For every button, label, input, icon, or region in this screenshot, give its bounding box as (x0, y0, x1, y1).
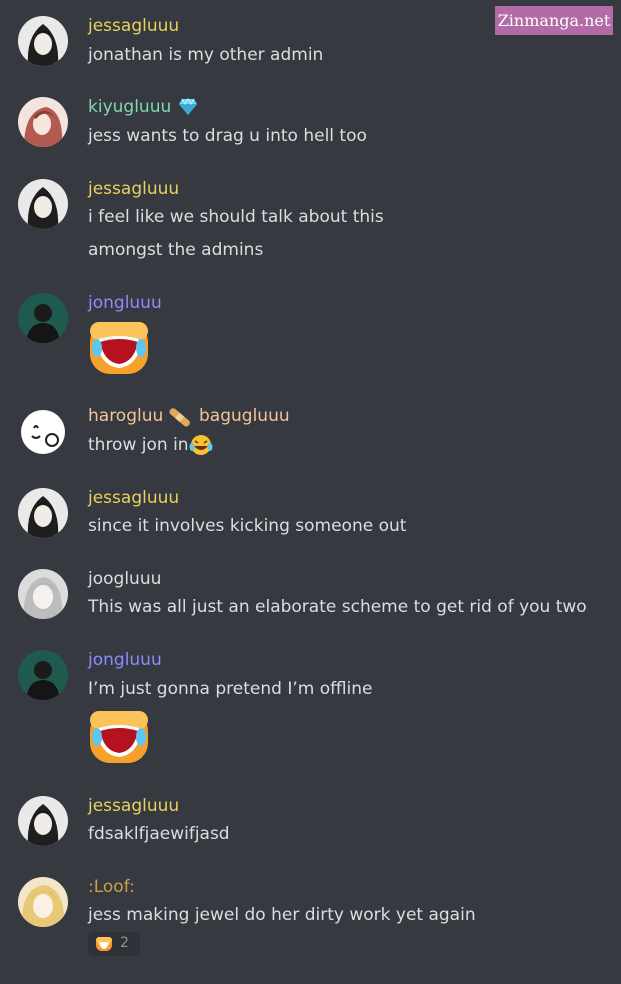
message-text: amongst the admins (88, 240, 264, 260)
message-text: fdsaklfjaewifjasd (88, 824, 230, 844)
message-6: jessagluuu since it involves kicking som… (0, 486, 621, 546)
message-text: jonathan is my other admin (88, 45, 324, 65)
message-2: kiyugluuu jess wants to drag u into hell… (0, 95, 621, 155)
message-5: harogluu bagugluuu throw jon in (0, 404, 621, 464)
author-name[interactable]: jessagluuu (88, 179, 179, 199)
avatar[interactable] (18, 877, 68, 927)
crying-laughing-blob-emoji[interactable] (88, 707, 150, 765)
avatar[interactable] (18, 179, 68, 229)
message-text: I’m just gonna pretend I’m offline (88, 679, 373, 699)
message-7: joogluuu This was all just an elaborate … (0, 567, 621, 627)
author-name[interactable]: :Loof: (88, 877, 135, 897)
message-text: since it involves kicking someone out (88, 516, 407, 536)
avatar[interactable] (18, 650, 68, 700)
avatar[interactable] (18, 97, 68, 147)
author-name[interactable]: harogluu (88, 406, 163, 426)
author-name[interactable]: joogluuu (88, 569, 161, 589)
message-text: i feel like we should talk about this (88, 207, 384, 227)
author-name[interactable]: jessagluuu (88, 796, 179, 816)
avatar[interactable] (18, 569, 68, 619)
bandage-icon (169, 407, 191, 427)
author-name[interactable]: jessagluuu (88, 488, 179, 508)
avatar[interactable] (18, 406, 68, 456)
blob-emoji-icon (95, 935, 113, 953)
avatar[interactable] (18, 16, 68, 66)
message-1: jessagluuu jonathan is my other admin (0, 14, 621, 74)
reaction-count: 2 (120, 935, 129, 951)
author-name[interactable]: jongluuu (88, 293, 162, 313)
message-text: jess wants to drag u into hell too (88, 126, 367, 146)
crying-laughing-emoji (189, 433, 213, 457)
message-3: jessagluuu i feel like we should talk ab… (0, 177, 621, 267)
message-10: :Loof: jess making jewel do her dirty wo… (0, 875, 621, 965)
gem-icon (178, 98, 198, 116)
reaction-button[interactable]: 2 (88, 932, 140, 956)
message-8: jongluuu I’m just gonna pretend I’m offl… (0, 648, 621, 773)
author-name[interactable]: kiyugluuu (88, 97, 171, 117)
message-9: jessagluuu fdsaklfjaewifjasd (0, 794, 621, 854)
crying-laughing-blob-emoji[interactable] (88, 318, 150, 376)
avatar[interactable] (18, 293, 68, 343)
message-text: jess making jewel do her dirty work yet … (88, 905, 476, 925)
author-name-2[interactable]: bagugluuu (199, 406, 290, 426)
message-text: This was all just an elaborate scheme to… (88, 597, 587, 617)
avatar[interactable] (18, 488, 68, 538)
message-4: jongluuu (0, 291, 621, 381)
avatar[interactable] (18, 796, 68, 846)
message-text: throw jon in (88, 435, 189, 455)
author-name[interactable]: jongluuu (88, 650, 162, 670)
author-name[interactable]: jessagluuu (88, 16, 179, 36)
